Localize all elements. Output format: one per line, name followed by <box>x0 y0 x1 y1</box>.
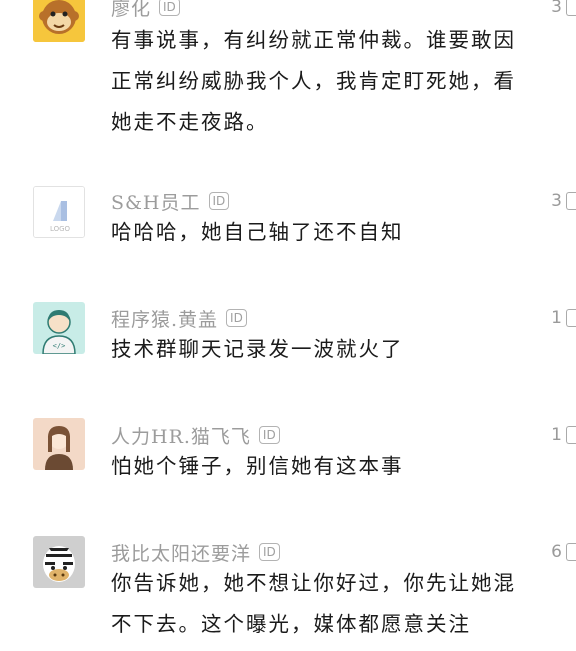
comment-text: 技术群聊天记录发一波就火了 <box>111 337 404 361</box>
username[interactable]: 程序猿.黄盖 <box>111 305 218 332</box>
like-button[interactable]: 1 <box>551 422 576 448</box>
id-badge: ID <box>259 543 280 561</box>
like-button[interactable]: 1 <box>551 305 576 331</box>
monkey-avatar-icon[interactable] <box>33 0 85 42</box>
thumbs-up-icon <box>566 192 576 210</box>
like-count: 1 <box>551 308 562 328</box>
comment-text: 有事说事，有纠纷就正常仲裁。谁要敢因正常纠纷威胁我个人，我肯定盯死她，看她走不走… <box>111 28 516 134</box>
username[interactable]: 廖化 <box>111 0 151 21</box>
svg-text:</>: </> <box>53 342 66 350</box>
logo-avatar-icon[interactable]: LOGO <box>33 186 85 238</box>
like-count: 3 <box>551 0 562 17</box>
like-button[interactable]: 6 <box>551 539 576 565</box>
comment-list: 廖化 ID 有事说事，有纠纷就正常仲裁。谁要敢因正常纠纷威胁我个人，我肯定盯死她… <box>0 0 576 651</box>
id-badge: ID <box>226 309 247 327</box>
thumbs-up-icon <box>566 426 576 444</box>
username[interactable]: 人力HR.猫飞飞 <box>111 422 251 449</box>
like-count: 1 <box>551 425 562 445</box>
comment-header: 程序猿.黄盖 ID <box>111 305 247 331</box>
comment-header: 人力HR.猫飞飞 ID <box>111 422 280 448</box>
id-badge: ID <box>159 0 180 16</box>
zebra-avatar-icon[interactable] <box>33 536 85 588</box>
thumbs-up-icon <box>566 0 576 16</box>
like-count: 6 <box>551 542 562 562</box>
username[interactable]: S&H员工 <box>111 188 201 215</box>
id-badge: ID <box>258 426 280 444</box>
like-count: 3 <box>551 191 562 211</box>
comment-text: 怕她个锤子，别信她有这本事 <box>111 454 404 478</box>
thumbs-up-icon <box>566 309 576 327</box>
comment-text: 哈哈哈，她自己轴了还不自知 <box>111 220 404 244</box>
id-badge: ID <box>208 192 230 210</box>
thumbs-up-icon <box>566 543 576 561</box>
svg-text:LOGO: LOGO <box>50 225 71 233</box>
comment-header: 我比太阳还要洋 ID <box>111 539 280 565</box>
comment-header: S&H员工 ID <box>111 188 230 215</box>
like-button[interactable]: 3 <box>551 0 576 20</box>
username[interactable]: 我比太阳还要洋 <box>111 539 251 566</box>
comment-header: 廖化 ID <box>111 0 180 20</box>
programmer-avatar-icon[interactable]: </> <box>33 302 85 354</box>
comment-text: 你告诉她，她不想让你好过，你先让她混不下去。这个曝光，媒体都愿意关注 <box>111 571 516 636</box>
like-button[interactable]: 3 <box>551 188 576 214</box>
hr-avatar-icon[interactable] <box>33 418 85 470</box>
